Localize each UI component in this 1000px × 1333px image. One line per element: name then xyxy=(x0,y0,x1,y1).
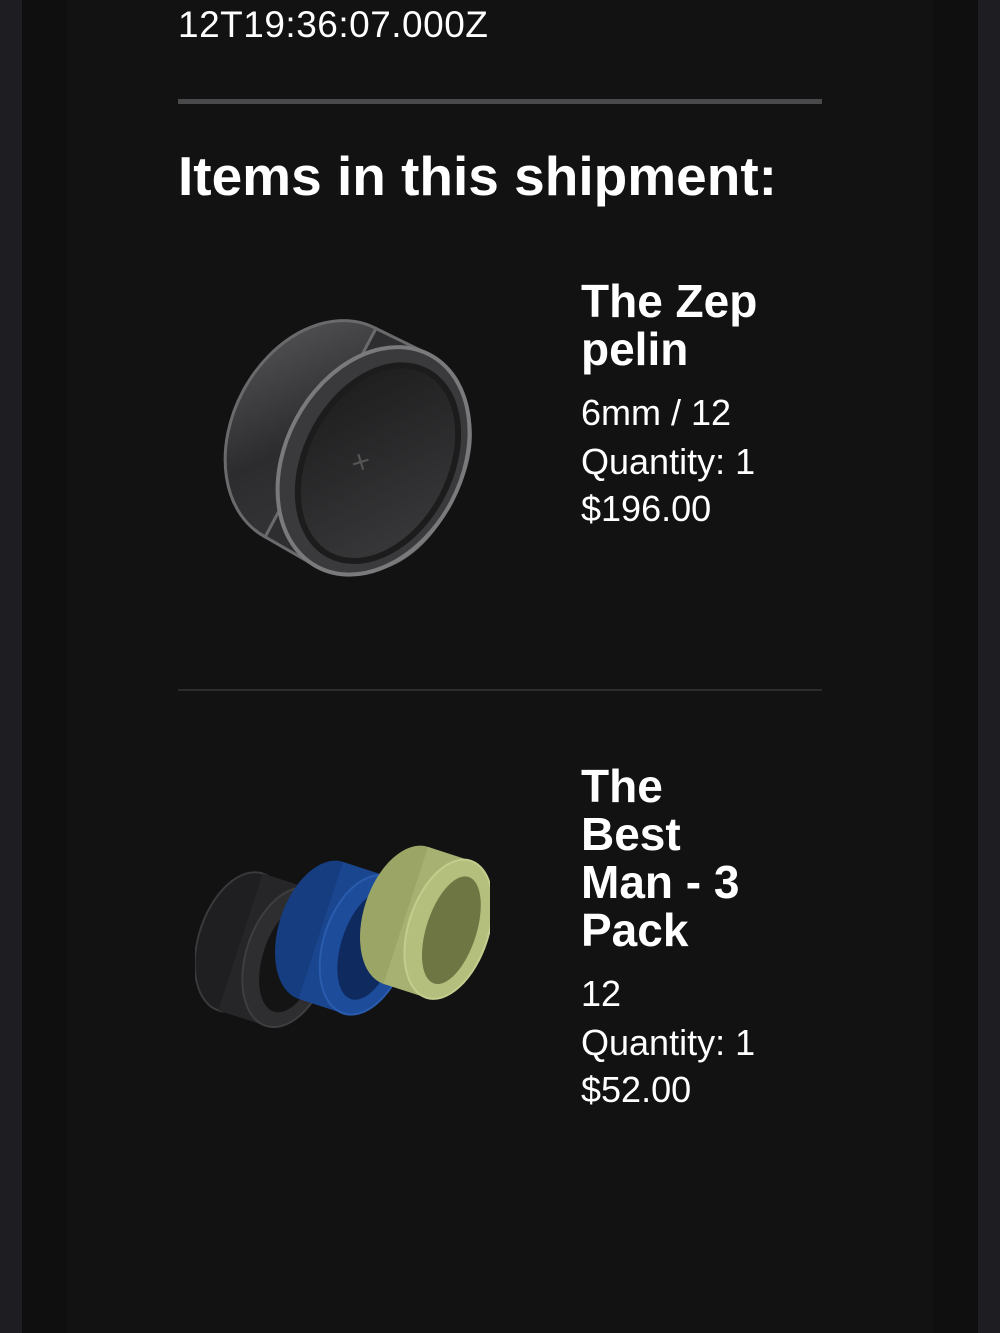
product-info-best-man: The Best Man - 3 Pack 12 Quantity: 1 $52… xyxy=(581,762,756,1110)
black-tungsten-ring-icon: ✕ xyxy=(223,319,472,577)
section-divider xyxy=(178,99,822,104)
product-image-zeppelin[interactable]: ✕ xyxy=(210,285,480,595)
product-price: $196.00 xyxy=(581,488,712,529)
product-info-zeppelin: The Zeppelin 6mm / 12 Quantity: 1 $196.0… xyxy=(581,277,761,529)
product-image-best-man[interactable] xyxy=(193,835,494,1030)
product-quantity: Quantity: 1 xyxy=(581,1022,756,1063)
three-silicone-rings-icon xyxy=(193,845,494,1029)
item-divider xyxy=(178,689,822,691)
shipment-heading: Items in this shipment: xyxy=(178,145,777,207)
product-name[interactable]: The Best Man - 3 Pack xyxy=(581,762,756,954)
product-price: $52.00 xyxy=(581,1069,692,1110)
product-quantity: Quantity: 1 xyxy=(581,441,756,482)
timestamp-text: 12T19:36:07.000Z xyxy=(178,4,489,45)
product-name[interactable]: The Zeppelin xyxy=(581,277,761,373)
product-variant: 12 xyxy=(581,973,622,1014)
product-variant: 6mm / 12 xyxy=(581,392,732,433)
